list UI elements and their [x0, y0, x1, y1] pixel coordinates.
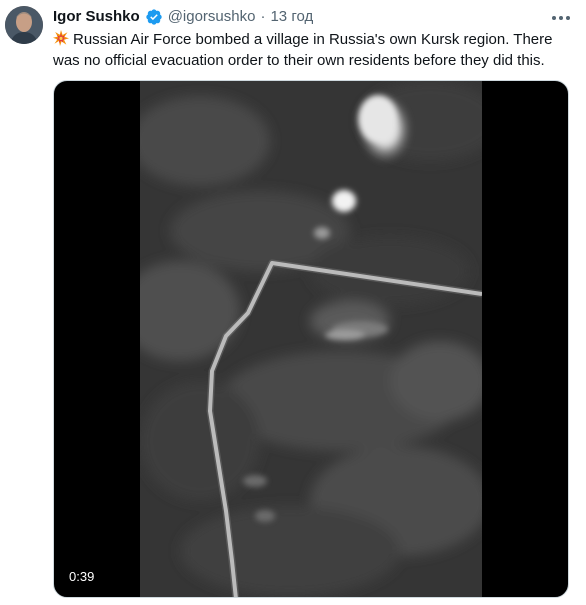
avatar[interactable] — [5, 6, 43, 44]
tweet-text: Russian Air Force bombed a village in Ru… — [53, 29, 573, 71]
separator-dot: · — [260, 8, 266, 25]
video-thumbnail — [140, 81, 482, 597]
more-options-icon[interactable] — [550, 12, 572, 24]
avatar-image — [5, 6, 43, 44]
video-player[interactable]: 0:39 — [53, 80, 569, 598]
tweet-header: Igor Sushko @igorsushko · 13 год — [53, 7, 313, 27]
collision-emoji-icon — [53, 30, 69, 46]
author-display-name[interactable]: Igor Sushko — [53, 7, 140, 27]
tweet-text-body: Russian Air Force bombed a village in Ru… — [53, 31, 553, 69]
verified-badge-icon — [145, 8, 163, 26]
tweet[interactable]: Igor Sushko @igorsushko · 13 год Russian… — [0, 0, 586, 605]
tweet-timestamp[interactable]: 13 год — [270, 7, 313, 27]
author-handle[interactable]: @igorsushko — [168, 7, 256, 27]
video-duration: 0:39 — [63, 568, 101, 586]
